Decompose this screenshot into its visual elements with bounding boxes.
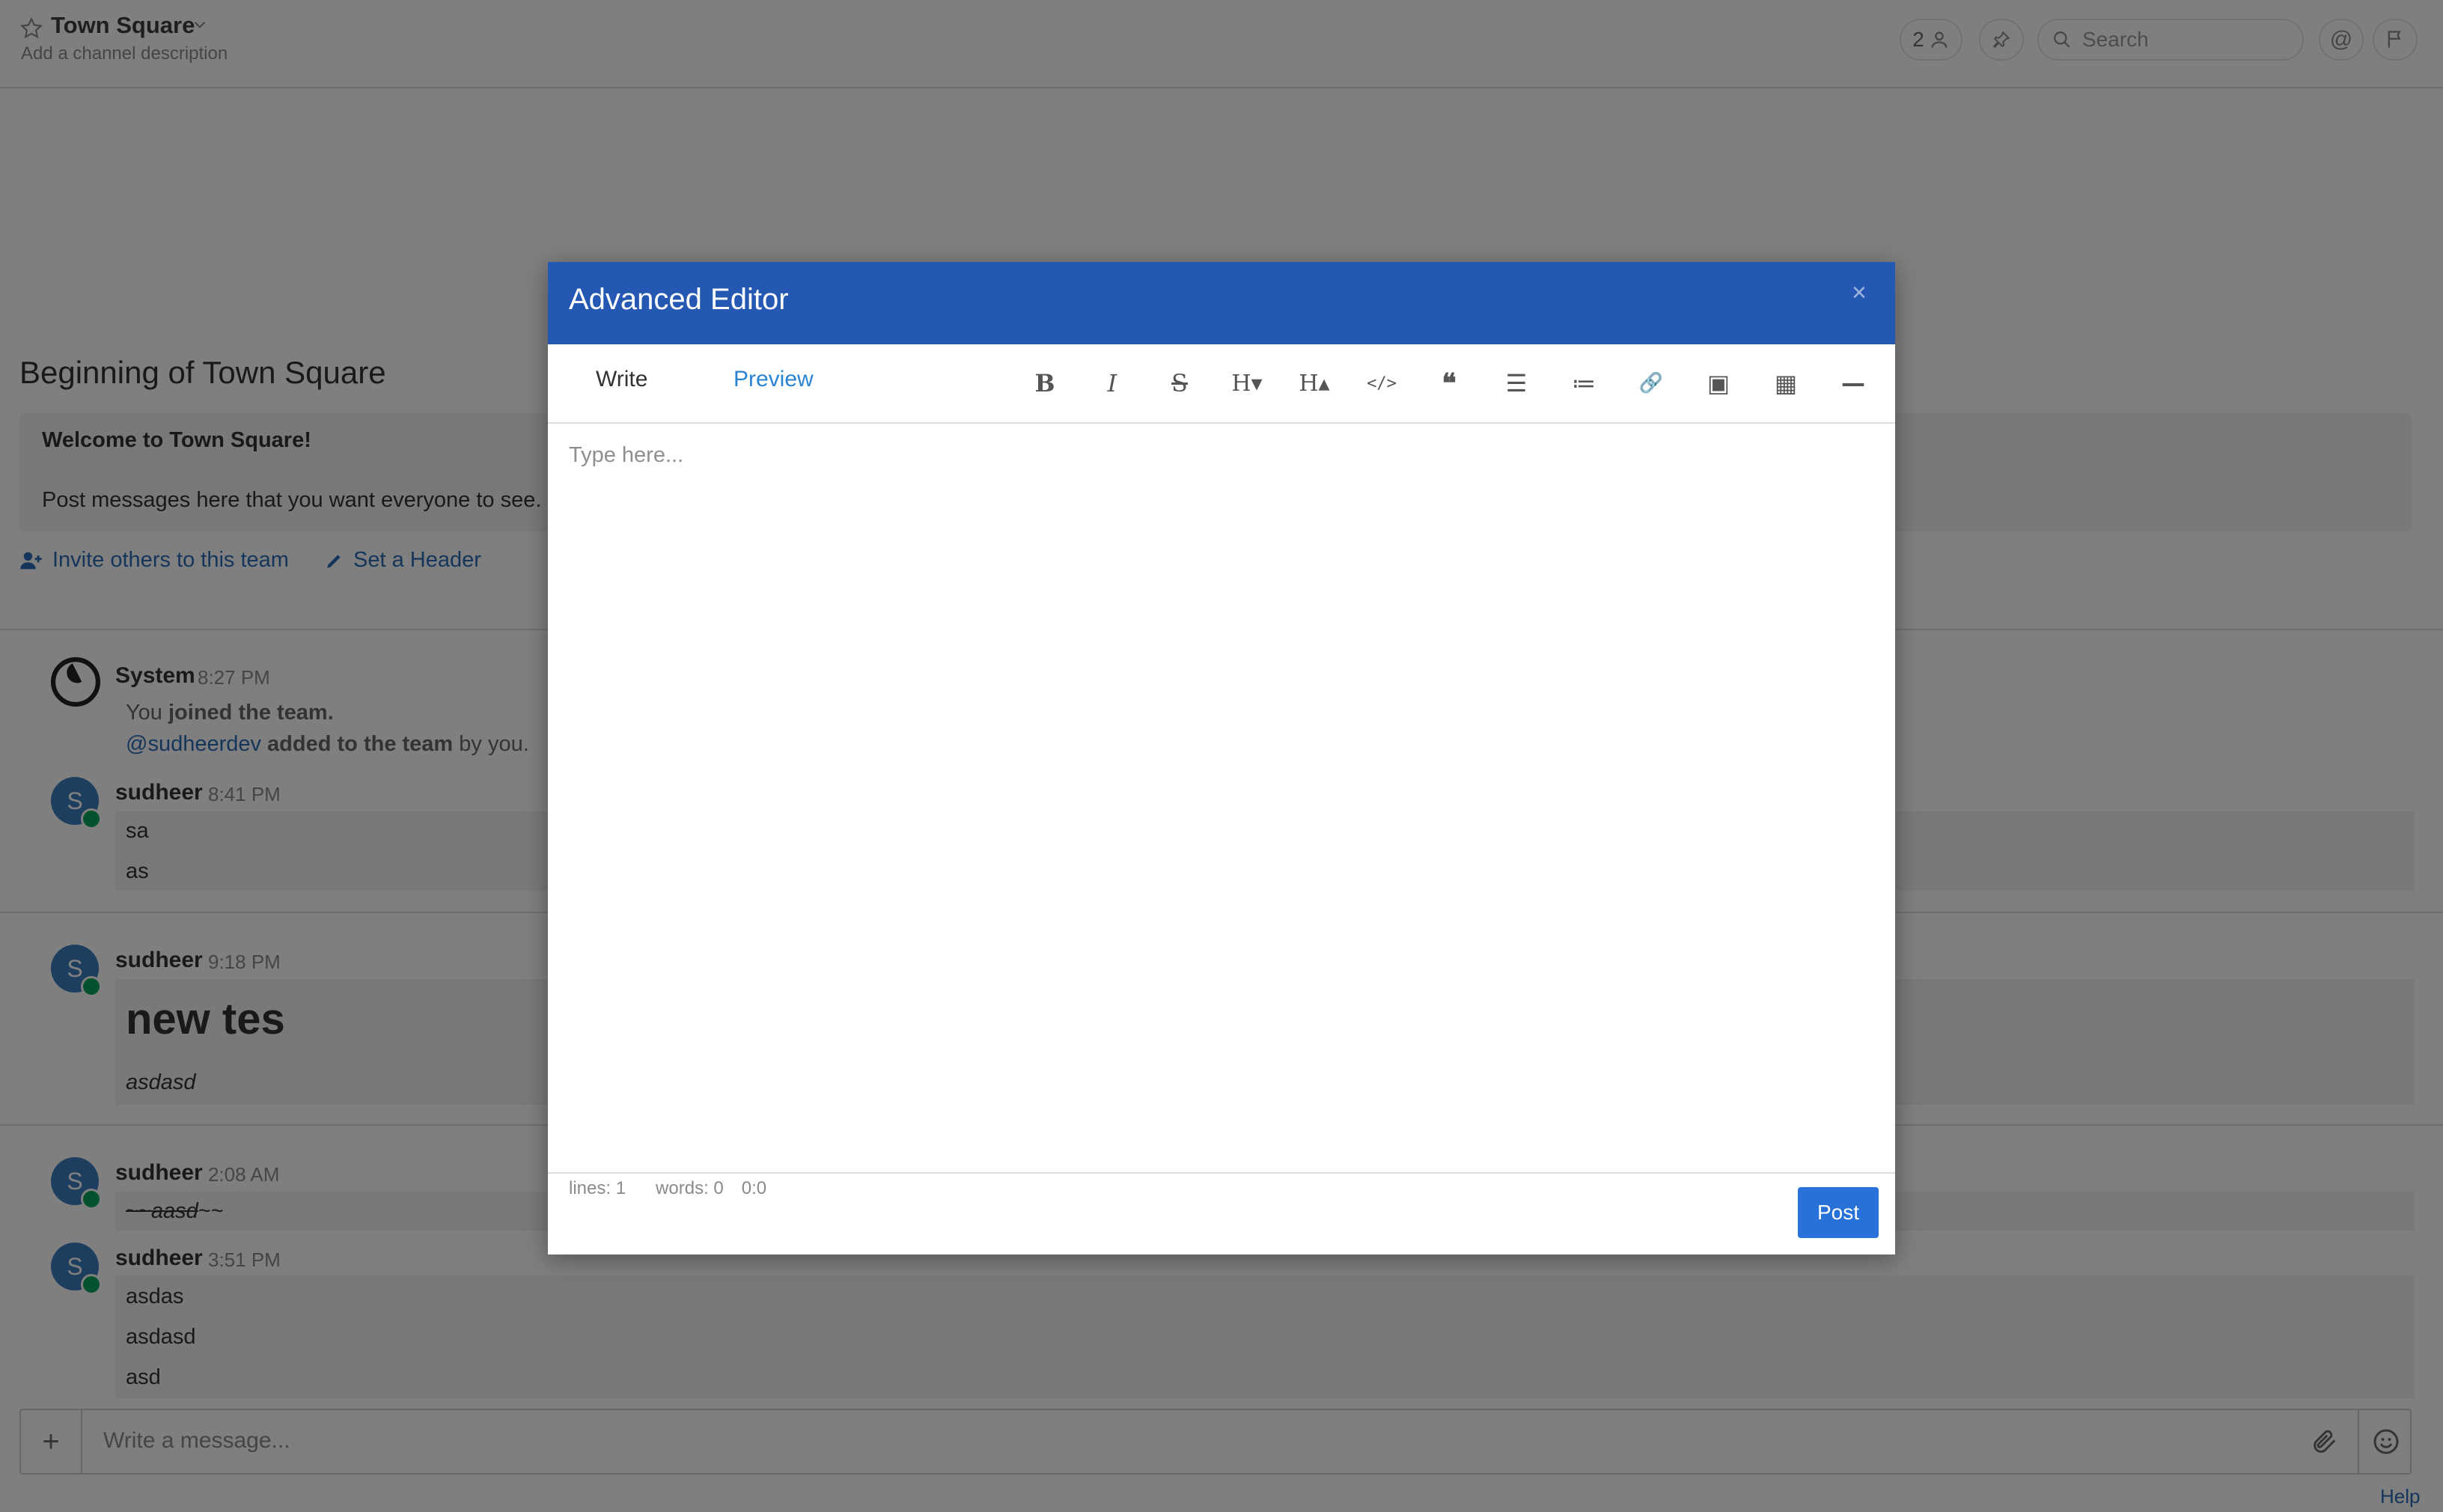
ordered-list-icon[interactable]: ≔ — [1563, 362, 1605, 404]
bold-icon[interactable]: B — [1024, 362, 1066, 404]
editor-placeholder[interactable]: Type here... — [569, 443, 683, 468]
tab-preview[interactable]: Preview — [733, 367, 814, 392]
close-icon[interactable]: × — [1852, 278, 1867, 308]
tab-write[interactable]: Write — [596, 367, 647, 392]
heading-bigger-icon[interactable]: H▴ — [1293, 362, 1335, 404]
advanced-editor-modal: Advanced Editor × Write Preview B I S H▾… — [548, 262, 1895, 1255]
horizontal-rule-icon[interactable]: — — [1832, 362, 1874, 404]
heading-smaller-icon[interactable]: H▾ — [1226, 362, 1268, 404]
status-words: words: 0 — [656, 1178, 724, 1198]
unordered-list-icon[interactable]: ☰ — [1495, 362, 1537, 404]
table-icon[interactable]: ▦ — [1765, 362, 1807, 404]
link-icon[interactable]: 🔗 — [1630, 362, 1672, 404]
modal-title: Advanced Editor — [569, 283, 789, 316]
editor-statusbar: lines: 1 words: 0 0:0 — [569, 1178, 766, 1199]
status-cursor: 0:0 — [741, 1178, 767, 1198]
status-lines: lines: 1 — [569, 1178, 626, 1198]
editor-textarea[interactable] — [548, 424, 1895, 1174]
post-button[interactable]: Post — [1798, 1187, 1879, 1238]
code-icon[interactable]: </> — [1361, 362, 1403, 404]
italic-icon[interactable]: I — [1091, 362, 1133, 404]
quote-icon[interactable]: ❝ — [1428, 362, 1470, 404]
strikethrough-icon[interactable]: S — [1159, 362, 1201, 404]
image-icon[interactable]: ▣ — [1698, 362, 1739, 404]
